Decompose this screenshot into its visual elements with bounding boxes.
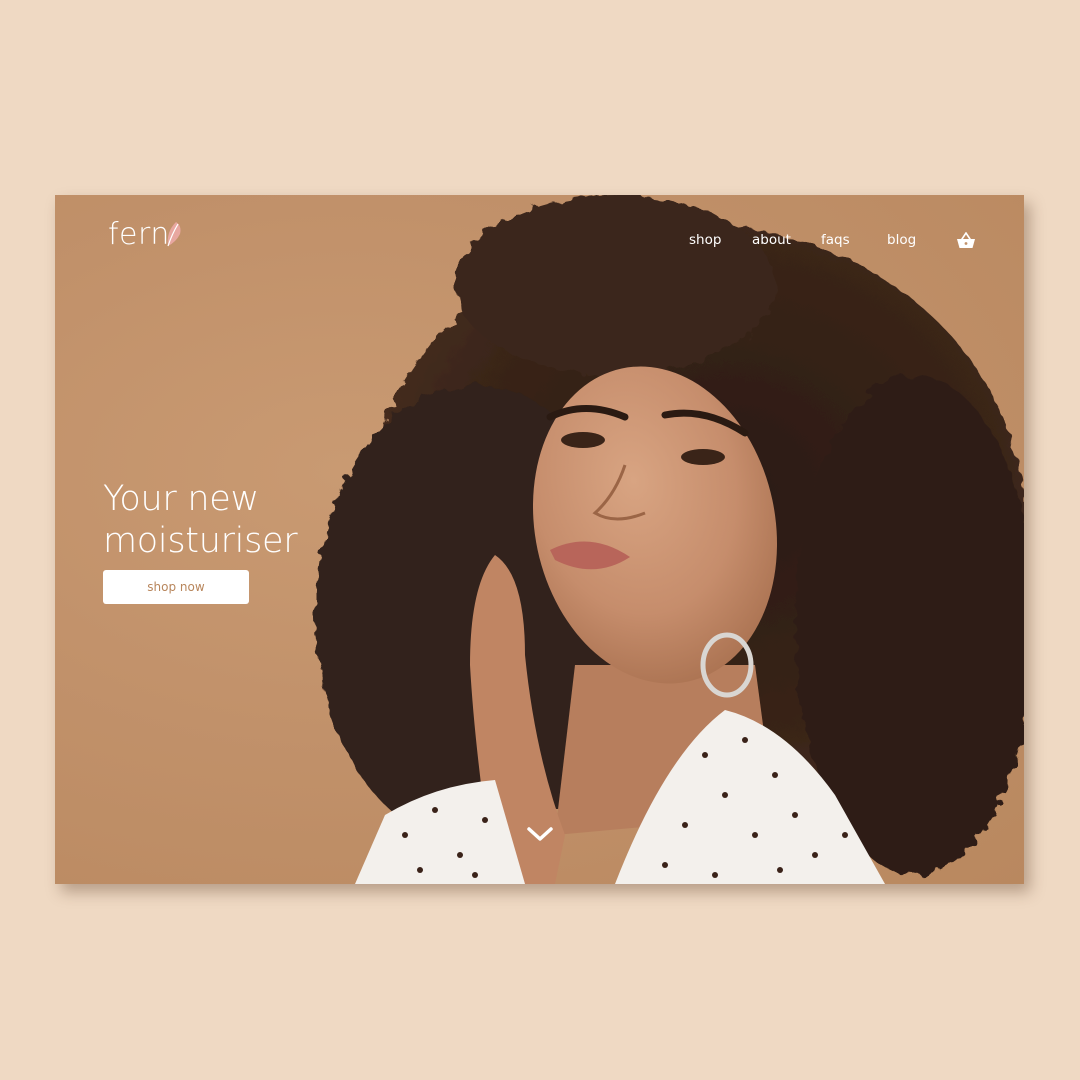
headline-line-2: moisturiser <box>103 521 298 561</box>
hero-headline: Your new moisturiser <box>103 478 298 562</box>
headline-line-1: Your new <box>103 479 259 519</box>
shop-now-button[interactable]: shop now <box>103 570 249 604</box>
chevron-down-icon[interactable] <box>526 825 554 843</box>
basket-icon[interactable] <box>956 232 976 250</box>
nav-item-shop[interactable]: shop <box>689 232 721 248</box>
main-nav: shop about faqs blog <box>55 232 1024 254</box>
nav-item-about[interactable]: about <box>752 232 791 248</box>
nav-item-faqs[interactable]: faqs <box>821 232 850 248</box>
hero-section: fern shop about faqs blog Your new moist… <box>55 195 1024 884</box>
nav-item-blog[interactable]: blog <box>887 232 916 248</box>
